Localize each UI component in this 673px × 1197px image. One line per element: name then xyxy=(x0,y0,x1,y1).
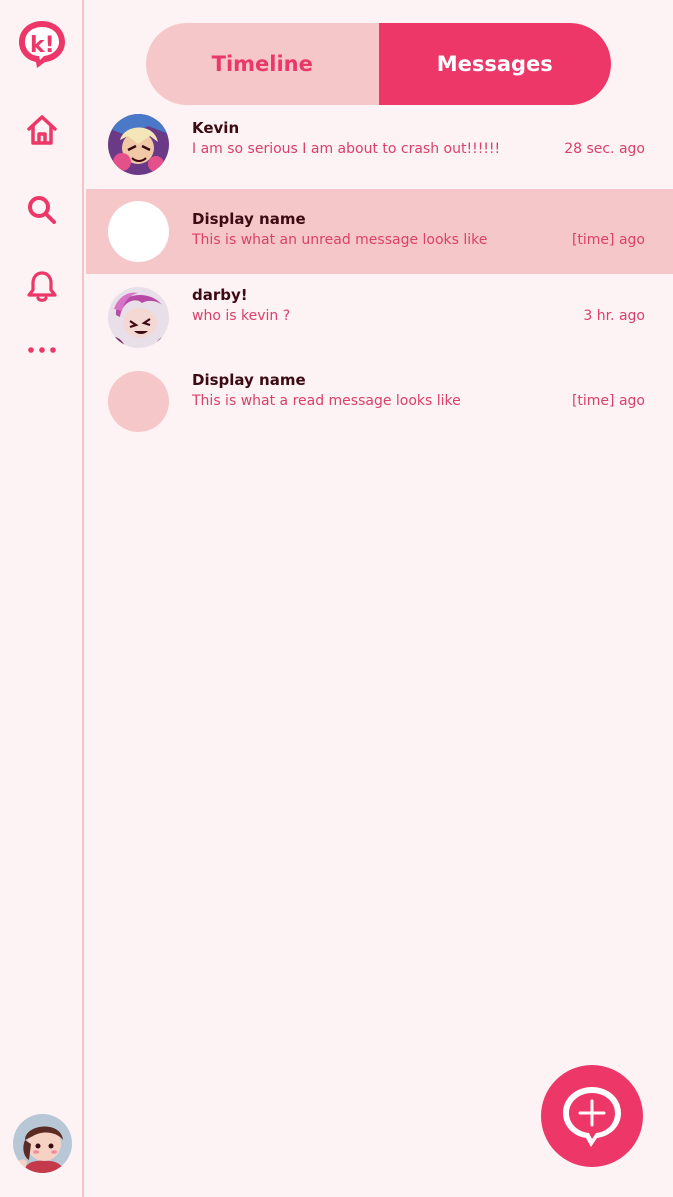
message-preview: This is what a read message looks like xyxy=(192,393,461,409)
message-time: [time] ago xyxy=(571,393,645,409)
sidebar-item-home[interactable] xyxy=(14,106,70,154)
message-row[interactable]: Display name This is what a read message… xyxy=(86,359,673,444)
message-list: Kevin I am so serious I am about to cras… xyxy=(86,107,673,444)
app-logo[interactable]: k! xyxy=(14,20,70,68)
app: k! Timeline Messages Kevin I am so serio… xyxy=(0,0,673,1197)
message-row[interactable]: Kevin I am so serious I am about to cras… xyxy=(86,107,673,189)
sidebar-item-more[interactable] xyxy=(14,326,70,374)
search-icon xyxy=(28,196,56,224)
sender-name: Display name xyxy=(192,371,306,389)
tab-messages[interactable]: Messages xyxy=(378,23,611,105)
message-time: 3 hr. ago xyxy=(583,308,645,324)
message-row[interactable]: Display name This is what an unread mess… xyxy=(86,189,673,274)
sender-name: Kevin xyxy=(192,119,240,137)
avatar xyxy=(108,114,169,175)
tab-timeline[interactable]: Timeline xyxy=(146,23,379,105)
message-preview: I am so serious I am about to crash out!… xyxy=(192,141,501,157)
avatar xyxy=(108,287,169,348)
message-time: [time] ago xyxy=(571,232,645,248)
message-time: 28 sec. ago xyxy=(564,141,645,157)
avatar-image xyxy=(108,114,169,175)
message-preview: This is what an unread message looks lik… xyxy=(192,232,488,248)
avatar-image xyxy=(13,1114,72,1173)
avatar xyxy=(108,371,169,432)
sender-name: Display name xyxy=(192,210,306,228)
new-message-button[interactable] xyxy=(541,1065,643,1167)
sender-name: darby! xyxy=(192,286,248,304)
sidebar-item-search[interactable] xyxy=(14,186,70,234)
bell-icon xyxy=(27,271,57,302)
more-icon xyxy=(28,347,56,353)
avatar xyxy=(108,201,169,262)
current-user-avatar[interactable] xyxy=(13,1114,72,1173)
home-icon xyxy=(27,115,57,145)
avatar-image xyxy=(108,287,169,348)
message-preview: who is kevin ? xyxy=(192,308,291,324)
message-row[interactable]: darby! who is kevin ? 3 hr. ago xyxy=(86,274,673,359)
logo-icon: k! xyxy=(19,21,65,68)
tab-switcher: Timeline Messages xyxy=(146,23,611,105)
sidebar: k! xyxy=(0,0,84,1197)
new-message-icon xyxy=(563,1087,621,1147)
logo-text: k! xyxy=(30,33,55,58)
sidebar-item-notifications[interactable] xyxy=(14,262,70,310)
